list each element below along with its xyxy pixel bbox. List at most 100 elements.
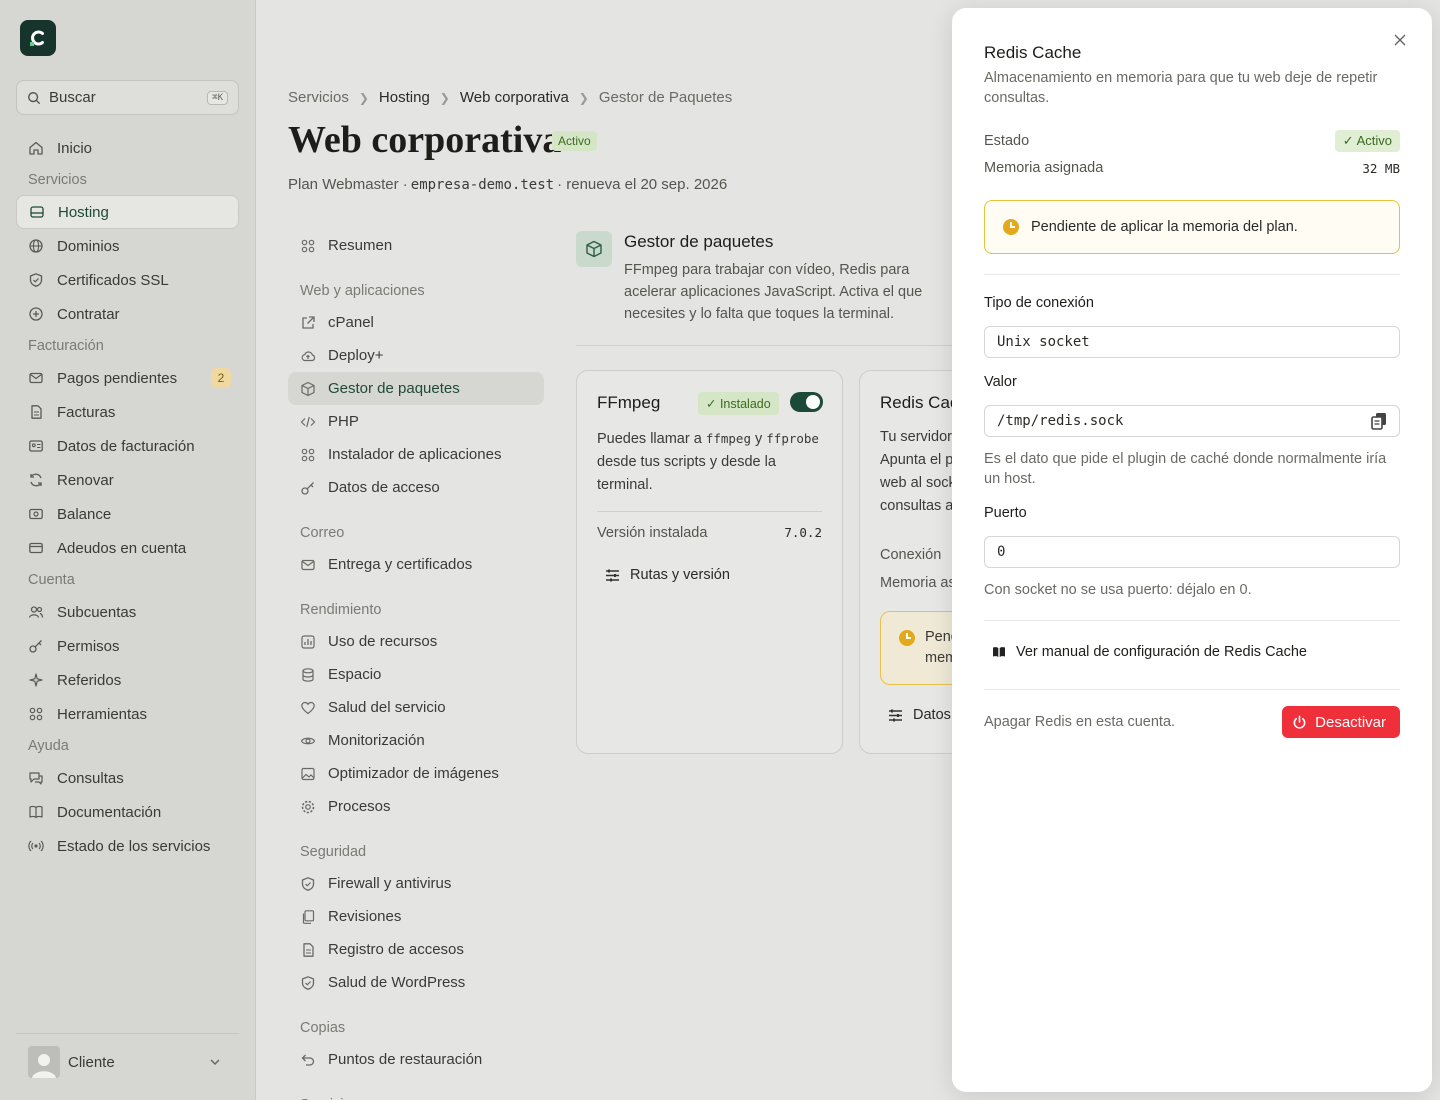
breadcrumb-servicios[interactable]: Servicios [288, 89, 349, 106]
subnav-item-salud-de-wordpress[interactable]: Salud de WordPress [288, 966, 544, 999]
subnav-item-label: Puntos de restauración [328, 1051, 483, 1068]
subnav-item-revisiones[interactable]: Revisiones [288, 900, 544, 933]
sidebar-item-herramientas[interactable]: Herramientas [16, 697, 239, 731]
subnav-item-entrega-y-certificados[interactable]: Entrega y certificados [288, 548, 544, 581]
sidebar-item-pagos-pendientes[interactable]: Pagos pendientes 2 [16, 361, 239, 395]
port-help: Con socket no se usa puerto: déjalo en 0… [984, 582, 1252, 598]
breadcrumb-web-corporativa[interactable]: Web corporativa [460, 89, 569, 106]
subnav-item-label: Entrega y certificados [328, 556, 473, 573]
search-box[interactable]: Buscar ⌘K [16, 80, 239, 115]
connection-type-value: Unix socket [997, 334, 1090, 350]
copy-icon[interactable] [1371, 412, 1387, 430]
subnav-item-php[interactable]: PHP [288, 405, 544, 438]
sidebar-item-datos-de-facturacion[interactable]: Datos de facturación [16, 429, 239, 463]
subnav-item-label: Instalador de aplicaciones [328, 446, 502, 463]
sidebar-section-servicios: Servicios [28, 172, 87, 188]
server-icon [29, 204, 45, 220]
redis-card-line: consultas a [880, 498, 954, 514]
redis-card-line: web al sock [880, 475, 956, 491]
avatar [28, 1046, 60, 1078]
subnav-item-label: Datos de acceso [328, 479, 440, 496]
sidebar-item-balance[interactable]: Balance [16, 497, 239, 531]
sidebar-item-referidos[interactable]: Referidos [16, 663, 239, 697]
sidebar-item-estado-de-los-servicios[interactable]: Estado de los servicios [16, 829, 239, 863]
logo-icon [30, 30, 44, 46]
chevron-down-icon [210, 1059, 220, 1066]
redis-card-link[interactable]: Datos [888, 707, 951, 723]
subnav-item-firewall-y-antivirus[interactable]: Firewall y antivirus [288, 867, 544, 900]
subnav-item-label: Resumen [328, 237, 393, 254]
banknote-icon [28, 506, 44, 522]
subnav-item-datos-de-acceso[interactable]: Datos de acceso [288, 471, 544, 504]
subnav-item-monitorizacion[interactable]: Monitorización [288, 724, 544, 757]
port-field[interactable]: 0 [984, 536, 1400, 568]
subnav-item-registro-de-accesos[interactable]: Registro de accesos [288, 933, 544, 966]
subnav-item-procesos[interactable]: Procesos [288, 790, 544, 823]
brand-logo[interactable] [20, 20, 56, 56]
card-icon [28, 540, 44, 556]
subnav-item-label: cPanel [328, 314, 374, 331]
sidebar-item-label: Pagos pendientes [57, 369, 178, 387]
subnav-item-label: Deploy+ [328, 347, 384, 364]
ffmpeg-toggle[interactable] [790, 392, 823, 412]
subnav-section-web-y-aplicaciones: Web y aplicaciones [300, 283, 425, 299]
broadcast-icon [28, 838, 44, 854]
plan-name: Plan Webmaster · [288, 176, 408, 193]
sidebar-item-subcuentas[interactable]: Subcuentas [16, 595, 239, 629]
deactivate-button[interactable]: Desactivar [1282, 706, 1400, 738]
user-menu[interactable]: Cliente [16, 1033, 239, 1078]
connection-type-field[interactable]: Unix socket [984, 326, 1400, 358]
redis-card-conn: Conexión [880, 547, 942, 563]
sidebar-item-inicio[interactable]: Inicio [16, 131, 239, 165]
ffmpeg-card: FFmpeg ✓ Instalado Puedes llamar a ffmpe… [576, 370, 843, 754]
image-icon [300, 766, 316, 782]
subnav-item-optimizador-de-imagenes[interactable]: Optimizador de imágenes [288, 757, 544, 790]
sidebar-item-label: Facturas [57, 403, 116, 421]
ffmpeg-paths-link[interactable]: Rutas y versión [605, 567, 730, 583]
subnav-item-resumen[interactable]: Resumen [288, 229, 544, 262]
sidebar-item-adeudos-en-cuenta[interactable]: Adeudos en cuenta [16, 531, 239, 565]
manual-link[interactable]: Ver manual de configuración de Redis Cac… [992, 644, 1307, 660]
socket-value-field[interactable]: /tmp/redis.sock [984, 405, 1400, 437]
subnav-item-salud-del-servicio[interactable]: Salud del servicio [288, 691, 544, 724]
close-icon[interactable] [1392, 32, 1408, 48]
ffprobe-command: ffprobe [766, 431, 819, 446]
key-icon [300, 480, 316, 496]
copy-icon [300, 909, 316, 925]
subnav-item-label: Salud de WordPress [328, 974, 466, 991]
subnav-item-cpanel[interactable]: cPanel [288, 306, 544, 339]
sidebar-item-label: Subcuentas [57, 603, 137, 621]
subnav-item-gestor-de-paquetes[interactable]: Gestor de paquetes [288, 372, 544, 405]
subnav-section-rendimiento: Rendimiento [300, 602, 382, 618]
drawer-footer: Apagar Redis en esta cuenta. Desactivar [984, 706, 1400, 738]
sidebar-item-documentacion[interactable]: Documentación [16, 795, 239, 829]
subnav-item-label: Espacio [328, 666, 382, 683]
sidebar-item-consultas[interactable]: Consultas [16, 761, 239, 795]
version-label: Versión instalada [597, 525, 708, 541]
sidebar-item-permisos[interactable]: Permisos [16, 629, 239, 663]
sidebar-item-hosting[interactable]: Hosting [16, 195, 239, 229]
subnav-item-deploy[interactable]: Deploy+ [288, 339, 544, 372]
breadcrumb-hosting[interactable]: Hosting [379, 89, 430, 106]
sidebar-item-certificados-ssl[interactable]: Certificados SSL [16, 263, 239, 297]
subnav-item-label: Salud del servicio [328, 699, 446, 716]
subnav-item-instalador-de-aplicaciones[interactable]: Instalador de aplicaciones [288, 438, 544, 471]
divider [984, 274, 1400, 275]
sidebar-item-contratar[interactable]: Contratar [16, 297, 239, 331]
shield-icon [300, 975, 316, 991]
value-help: Es el dato que pide el plugin de caché d… [984, 451, 1387, 487]
packages-title: Gestor de paquetes [624, 232, 774, 251]
subnav-item-espacio[interactable]: Espacio [288, 658, 544, 691]
sidebar-item-dominios[interactable]: Dominios [16, 229, 239, 263]
refresh-icon [28, 472, 44, 488]
subnav-item-uso-de-recursos[interactable]: Uso de recursos [288, 625, 544, 658]
ffmpeg-desc-suffix: desde tus scripts y desde la terminal. [597, 454, 776, 493]
ffmpeg-description: Puedes llamar a ffmpeg y ffprobe desde t… [597, 427, 822, 497]
sidebar-item-facturas[interactable]: Facturas [16, 395, 239, 429]
sidebar-item-renovar[interactable]: Renovar [16, 463, 239, 497]
undo-icon [300, 1052, 316, 1068]
mail-icon [28, 370, 44, 386]
shield-icon [28, 272, 44, 288]
cloud-upload-icon [300, 348, 316, 364]
subnav-item-puntos-de-restauracion[interactable]: Puntos de restauración [288, 1043, 544, 1076]
